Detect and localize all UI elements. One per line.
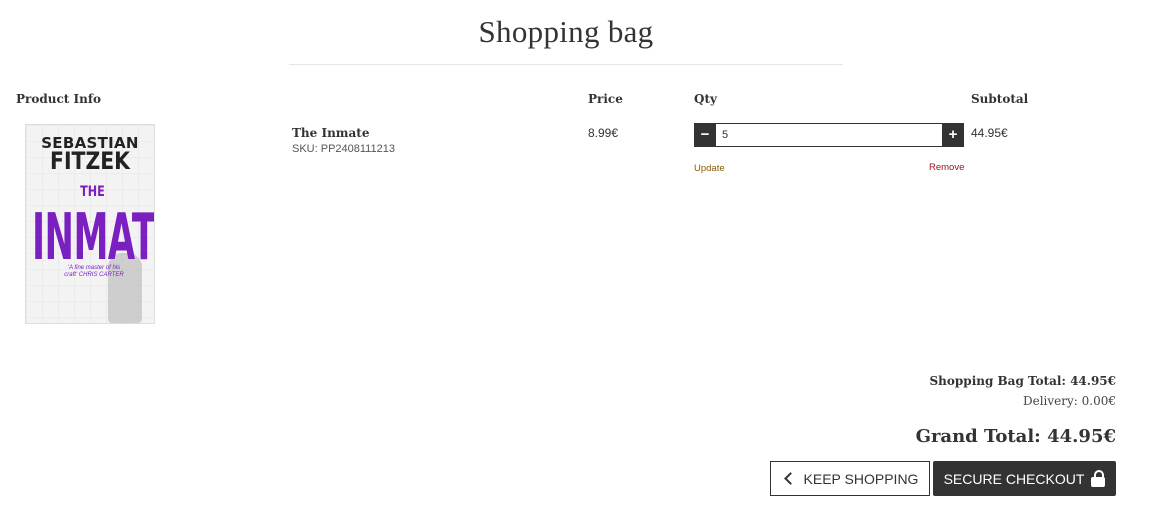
title-divider xyxy=(289,64,843,65)
grand-total: Grand Total: 44.95€ xyxy=(915,426,1116,447)
product-cover-image[interactable]: SEBASTIAN FITZEK THE INMATE 'A fine mast… xyxy=(25,124,155,324)
header-qty: Qty xyxy=(694,92,717,106)
item-subtotal: 44.95€ xyxy=(971,126,1008,140)
quantity-input[interactable] xyxy=(718,126,926,144)
item-price: 8.99€ xyxy=(588,126,619,140)
quantity-stepper: − + xyxy=(694,123,964,147)
keep-shopping-label: KEEP SHOPPING xyxy=(803,470,919,487)
cover-title-small: THE xyxy=(80,184,105,200)
header-product-info: Product Info xyxy=(16,92,101,106)
secure-checkout-button[interactable]: SECURE CHECKOUT xyxy=(933,461,1116,496)
cover-author-last: FITZEK xyxy=(50,147,130,175)
shopping-bag-total: Shopping Bag Total: 44.95€ xyxy=(929,374,1116,388)
lock-icon xyxy=(1091,469,1106,487)
product-name-link[interactable]: The Inmate xyxy=(292,126,369,140)
update-link[interactable]: Update xyxy=(694,163,725,174)
keep-shopping-button[interactable]: KEEP SHOPPING xyxy=(770,461,930,496)
remove-link[interactable]: Remove xyxy=(929,162,964,173)
header-price: Price xyxy=(588,92,623,106)
qty-decrease-button[interactable]: − xyxy=(694,123,716,147)
page-title: Shopping bag xyxy=(478,14,654,49)
delivery-cost: Delivery: 0.00€ xyxy=(1022,394,1116,408)
cover-blurb: 'A fine master of his craft' CHRIS CARTE… xyxy=(64,265,124,278)
secure-checkout-label: SECURE CHECKOUT xyxy=(943,470,1085,487)
product-sku: SKU: PP2408111213 xyxy=(292,143,395,155)
cover-title-big: INMATE xyxy=(32,201,155,275)
header-subtotal: Subtotal xyxy=(971,92,1029,106)
qty-increase-button[interactable]: + xyxy=(942,123,964,147)
chevron-left-icon xyxy=(783,472,797,485)
